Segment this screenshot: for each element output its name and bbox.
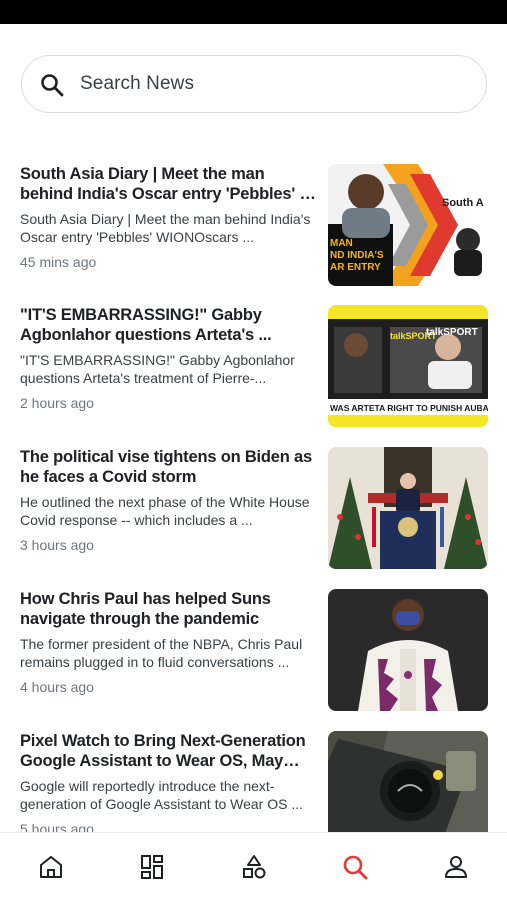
svg-text:talkSPORT: talkSPORT bbox=[426, 327, 478, 338]
search-icon bbox=[343, 855, 368, 880]
story-title[interactable]: South Asia Diary | Meet the man behind I… bbox=[20, 164, 320, 204]
story-snippet: He outlined the next phase of the White … bbox=[20, 494, 310, 528]
nav-search[interactable] bbox=[325, 833, 385, 900]
news-story[interactable]: The political vise tightens on Biden as … bbox=[0, 433, 507, 575]
story-thumbnail[interactable] bbox=[328, 731, 488, 832]
shapes-icon bbox=[243, 855, 266, 879]
nav-topics[interactable] bbox=[224, 833, 284, 900]
news-story[interactable]: South Asia Diary | Meet the man behind I… bbox=[0, 150, 507, 292]
search-input[interactable]: Search News bbox=[21, 55, 487, 113]
story-time: 3 hours ago bbox=[20, 537, 94, 553]
story-thumbnail[interactable]: MAN ND INDIA'S AR ENTRY South A bbox=[328, 164, 488, 286]
story-snippet: "IT'S EMBARRASSING!" Gabby Agbonlahor qu… bbox=[20, 352, 295, 386]
nav-home[interactable] bbox=[21, 833, 81, 900]
story-time: 5 hours ago bbox=[20, 821, 94, 832]
story-time: 2 hours ago bbox=[20, 395, 94, 411]
story-snippet: Google will reportedly introduce the nex… bbox=[20, 778, 304, 812]
story-time: 45 mins ago bbox=[20, 254, 97, 270]
svg-text:ND INDIA'S: ND INDIA'S bbox=[330, 250, 384, 261]
person-icon bbox=[445, 856, 467, 878]
story-title[interactable]: How Chris Paul has helped Suns navigate … bbox=[20, 589, 320, 629]
story-thumbnail[interactable]: talkSPORT talkSPORT WAS ARTETA RIGHT TO … bbox=[328, 305, 488, 427]
search-icon bbox=[41, 74, 64, 97]
status-bar bbox=[0, 0, 507, 24]
story-thumbnail[interactable] bbox=[328, 447, 488, 569]
news-feed[interactable]: South Asia Diary | Meet the man behind I… bbox=[0, 150, 507, 832]
home-icon bbox=[40, 856, 62, 878]
news-story[interactable]: How Chris Paul has helped Suns navigate … bbox=[0, 575, 507, 717]
bottom-navigation bbox=[0, 832, 507, 900]
search-placeholder: Search News bbox=[80, 73, 195, 94]
story-snippet: South Asia Diary | Meet the man behind I… bbox=[20, 211, 311, 245]
nav-profile[interactable] bbox=[426, 833, 486, 900]
story-snippet: The former president of the NBPA, Chris … bbox=[20, 636, 303, 670]
svg-text:WAS ARTETA RIGHT TO PUNISH AUB: WAS ARTETA RIGHT TO PUNISH AUBAME bbox=[330, 403, 488, 413]
svg-text:AR ENTRY: AR ENTRY bbox=[330, 262, 381, 273]
svg-text:MAN: MAN bbox=[330, 238, 353, 249]
story-time: 4 hours ago bbox=[20, 679, 94, 695]
story-title[interactable]: "IT'S EMBARRASSING!" Gabby Agbonlahor qu… bbox=[20, 305, 320, 345]
news-story[interactable]: "IT'S EMBARRASSING!" Gabby Agbonlahor qu… bbox=[0, 291, 507, 433]
grid-icon bbox=[141, 855, 163, 879]
story-title[interactable]: The political vise tightens on Biden as … bbox=[20, 447, 320, 487]
story-thumbnail[interactable] bbox=[328, 589, 488, 711]
nav-for-you[interactable] bbox=[122, 833, 182, 900]
story-title[interactable]: Pixel Watch to Bring Next-Generation Goo… bbox=[20, 731, 320, 771]
news-story[interactable]: Pixel Watch to Bring Next-Generation Goo… bbox=[0, 717, 507, 832]
svg-text:South A: South A bbox=[442, 197, 484, 209]
